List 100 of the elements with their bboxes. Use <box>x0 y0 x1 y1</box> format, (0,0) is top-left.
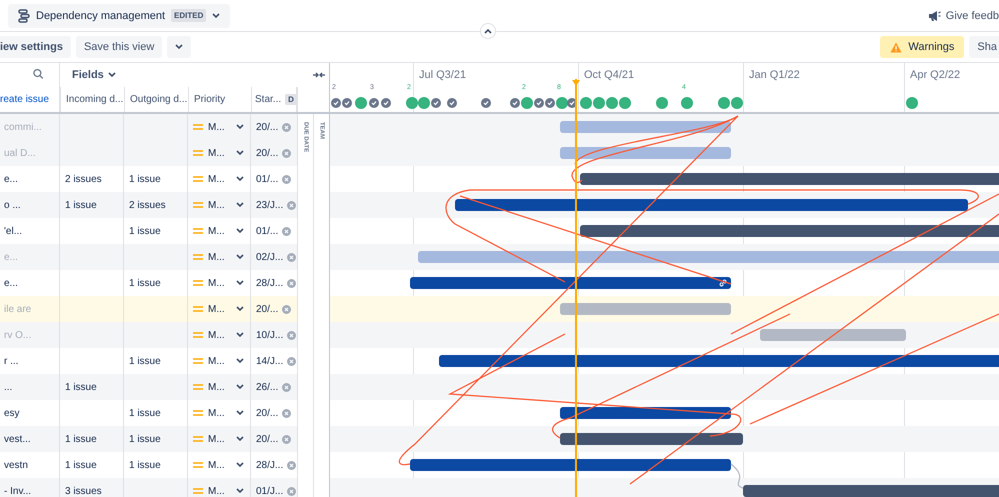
priority-dropdown[interactable]: M... <box>188 478 251 497</box>
release-marker[interactable] <box>656 97 668 109</box>
clear-icon[interactable] <box>282 122 292 132</box>
fields-dropdown[interactable]: Fields <box>72 69 116 81</box>
clear-icon[interactable] <box>287 460 296 470</box>
clear-icon[interactable] <box>287 278 296 288</box>
priority-icon <box>193 176 203 182</box>
priority-dropdown[interactable]: M... <box>188 322 251 348</box>
more-button[interactable] <box>167 36 192 58</box>
priority-dropdown[interactable]: M... <box>188 426 251 452</box>
table-cell: 20/... <box>256 408 278 418</box>
issue-bar[interactable] <box>418 251 999 263</box>
clear-icon[interactable] <box>287 200 296 210</box>
priority-dropdown[interactable]: M... <box>188 140 251 166</box>
table-cell: 20/... <box>256 434 278 444</box>
caret-icon <box>236 306 244 312</box>
release-marker[interactable] <box>906 97 918 109</box>
column-header[interactable]: Priority <box>188 87 251 112</box>
issue-title[interactable]: vest... <box>0 426 60 452</box>
release-marker[interactable] <box>681 97 693 109</box>
quarter-label: Jan Q1/22 <box>749 69 800 81</box>
clear-icon[interactable] <box>282 382 292 392</box>
table-cell: 01/... <box>256 226 278 236</box>
priority-icon <box>193 254 203 260</box>
release-marker[interactable] <box>355 97 367 109</box>
clear-icon[interactable] <box>287 330 296 340</box>
clear-icon[interactable] <box>282 434 292 444</box>
clear-icon[interactable] <box>282 408 292 418</box>
issue-bar[interactable] <box>560 147 731 159</box>
table-cell: 28/J... <box>256 278 284 288</box>
caret-icon <box>236 150 244 156</box>
released-marker[interactable] <box>431 98 441 108</box>
released-marker[interactable] <box>369 98 379 108</box>
table-cell: 02/J... <box>256 252 284 262</box>
clear-icon[interactable] <box>287 356 296 366</box>
release-marker[interactable] <box>593 97 605 109</box>
released-marker[interactable] <box>534 98 544 108</box>
release-marker[interactable] <box>521 97 533 109</box>
release-marker[interactable] <box>556 97 568 109</box>
create-issue-link[interactable]: reate issue <box>0 87 60 112</box>
released-marker[interactable] <box>545 98 555 108</box>
released-marker[interactable] <box>447 98 457 108</box>
caret-icon <box>236 280 244 286</box>
priority-icon <box>193 410 203 416</box>
table-cell: 20/... <box>256 148 278 158</box>
released-marker[interactable] <box>481 98 491 108</box>
released-marker[interactable] <box>381 98 391 108</box>
issue-bar[interactable] <box>560 407 731 419</box>
table-cell: 1 issue <box>60 426 124 452</box>
column-header[interactable]: Outgoing d... <box>124 87 188 112</box>
release-marker[interactable] <box>731 97 743 109</box>
clear-icon[interactable] <box>282 226 292 236</box>
issue-bar[interactable] <box>410 277 731 289</box>
release-marker[interactable] <box>406 97 418 109</box>
column-header[interactable]: Star... <box>255 94 282 105</box>
view-settings-button[interactable]: iew settings <box>0 36 71 58</box>
issue-title[interactable]: o ... <box>0 192 60 218</box>
priority-dropdown[interactable]: M... <box>188 192 251 218</box>
table-cell: 1 issue <box>60 192 124 218</box>
release-marker[interactable] <box>580 97 592 109</box>
date-badge: D <box>285 94 297 105</box>
clear-icon[interactable] <box>287 252 296 262</box>
clear-icon[interactable] <box>282 174 292 184</box>
megaphone-icon <box>928 10 941 22</box>
column-header[interactable]: Incoming d... <box>60 87 124 112</box>
release-marker[interactable] <box>606 97 618 109</box>
share-button[interactable]: Sha <box>969 36 999 58</box>
table-cell: 2 issues <box>124 192 188 218</box>
issue-title[interactable]: ... <box>0 374 60 400</box>
collapse-columns-icon[interactable] <box>313 71 325 79</box>
released-marker[interactable] <box>342 98 352 108</box>
table-cell: 23/J... <box>256 200 284 210</box>
caret-icon <box>175 44 184 50</box>
view-selector[interactable]: Dependency management EDITED <box>8 4 230 28</box>
priority-dropdown[interactable]: M... <box>188 244 251 270</box>
caret-icon <box>236 254 244 260</box>
feedback-link[interactable]: Give feedb <box>946 10 999 22</box>
caret-icon <box>236 332 244 338</box>
table-cell: 10/J... <box>256 330 284 340</box>
table-cell: 20/... <box>256 304 278 314</box>
released-marker[interactable] <box>331 98 341 108</box>
table-cell: 1 issue <box>60 374 124 400</box>
save-view-button[interactable]: Save this view <box>76 36 162 58</box>
priority-icon <box>193 488 203 494</box>
clear-icon[interactable] <box>287 486 296 496</box>
table-cell: 26/... <box>256 382 278 392</box>
released-marker[interactable] <box>510 98 520 108</box>
collapse-button[interactable] <box>480 23 496 39</box>
release-marker[interactable] <box>718 97 730 109</box>
issue-bar[interactable] <box>439 355 999 367</box>
release-marker[interactable] <box>418 97 430 109</box>
priority-dropdown[interactable]: M... <box>188 374 251 400</box>
issue-bar[interactable] <box>560 121 731 133</box>
clear-icon[interactable] <box>282 304 292 314</box>
clear-icon[interactable] <box>282 148 292 158</box>
warnings-button[interactable]: Warnings <box>880 36 964 58</box>
issue-title[interactable]: - Inv... <box>0 478 60 497</box>
issue-bar[interactable] <box>560 433 743 445</box>
release-marker[interactable] <box>619 97 631 109</box>
table-cell: 1 issue <box>124 426 188 452</box>
